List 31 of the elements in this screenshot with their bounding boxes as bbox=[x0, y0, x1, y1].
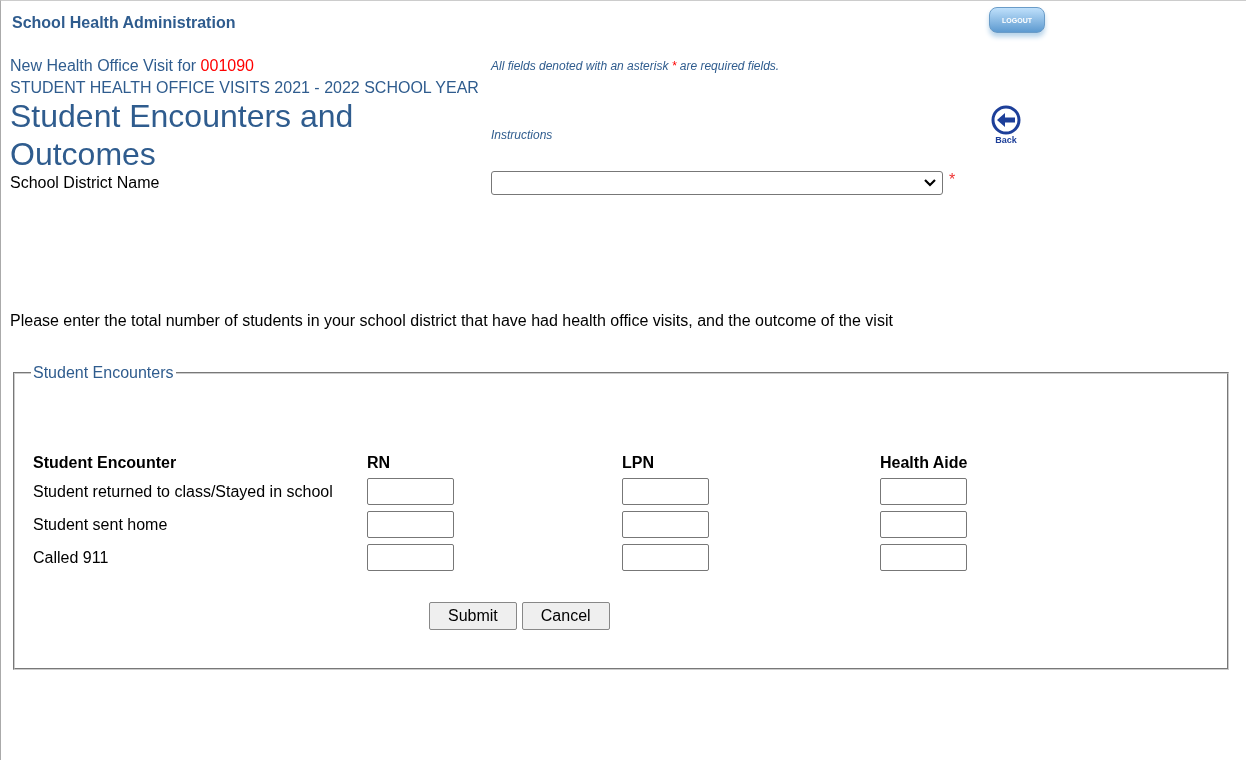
panel-legend: Student Encounters bbox=[31, 364, 176, 382]
row-label: Called 911 bbox=[33, 549, 110, 566]
app-title: School Health Administration bbox=[12, 14, 237, 32]
column-header: Health Aide bbox=[880, 454, 969, 472]
instructions-text: Please enter the total number of students in your school district that have had health office visits, and the outcome of the visit bbox=[10, 312, 894, 330]
count-input[interactable] bbox=[880, 478, 967, 505]
instructions-link[interactable]: Instructions bbox=[491, 128, 989, 142]
column-header: RN bbox=[367, 454, 392, 472]
row-label: Student sent home bbox=[33, 516, 169, 533]
district-select[interactable] bbox=[491, 171, 943, 195]
row-label: Student returned to class/Stayed in school bbox=[33, 483, 333, 500]
required-mark: * bbox=[949, 171, 956, 189]
column-header: LPN bbox=[622, 454, 655, 472]
count-input[interactable] bbox=[367, 511, 454, 538]
required-note: All fields denoted with an asterisk * are required fields. bbox=[491, 59, 780, 73]
count-input[interactable] bbox=[880, 544, 967, 571]
count-input[interactable] bbox=[622, 544, 709, 571]
field-label: School District Name bbox=[10, 174, 161, 192]
subtitle: STUDENT HEALTH OFFICE VISITS 2021 - 2022 SCHOOL YEAR bbox=[10, 79, 480, 97]
count-input[interactable] bbox=[622, 478, 709, 505]
count-input[interactable] bbox=[622, 511, 709, 538]
form-button[interactable]: Submit bbox=[429, 602, 517, 630]
column-header: Student Encounter bbox=[33, 454, 178, 472]
chevron-down-icon bbox=[924, 179, 936, 187]
visit-line: New Health Office Visit for 001090 bbox=[10, 57, 255, 75]
page-heading: Student Encounters and Outcomes bbox=[10, 97, 355, 173]
count-input[interactable] bbox=[880, 511, 967, 538]
count-input[interactable] bbox=[367, 478, 454, 505]
back-button[interactable]: Back bbox=[989, 105, 1023, 145]
form-button[interactable]: Cancel bbox=[521, 602, 610, 630]
count-input[interactable] bbox=[367, 544, 454, 571]
